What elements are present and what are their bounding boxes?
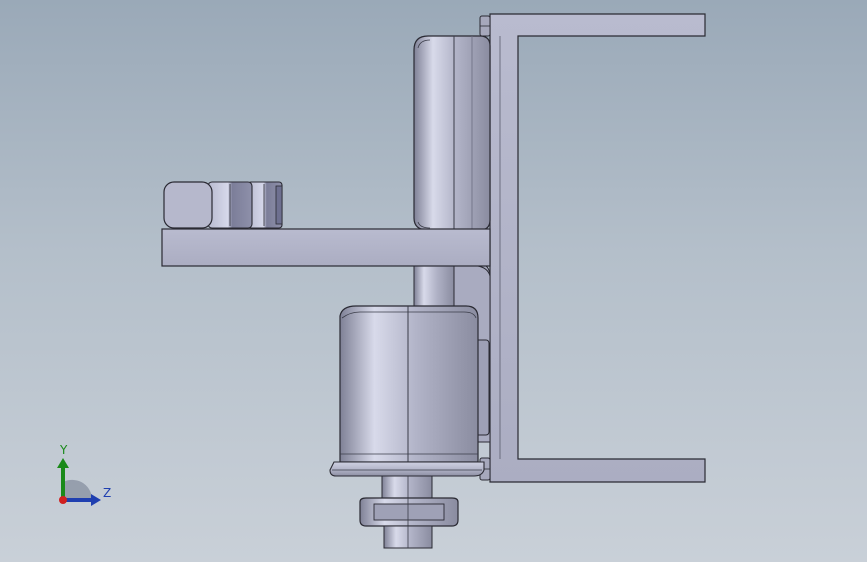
output-shaft [381, 475, 433, 499]
upper-cylinder [413, 35, 491, 231]
y-axis-arrowhead [57, 458, 69, 468]
triad-y-label: Y [60, 443, 68, 457]
x-axis-dot [59, 496, 67, 504]
c-channel-bracket [489, 13, 706, 483]
shaft-end [383, 525, 433, 549]
pulley [359, 497, 459, 527]
triad-z-label: Z [103, 486, 112, 500]
cad-viewport[interactable]: Y Z [0, 0, 867, 562]
bracket-screw-top [479, 15, 491, 37]
orientation-triad[interactable] [57, 458, 101, 506]
z-axis-arrowhead [91, 494, 101, 506]
nut-fitting [163, 181, 283, 229]
triad-plane-icon [63, 479, 92, 500]
model-drawing [57, 13, 706, 549]
motor-body [329, 305, 485, 477]
